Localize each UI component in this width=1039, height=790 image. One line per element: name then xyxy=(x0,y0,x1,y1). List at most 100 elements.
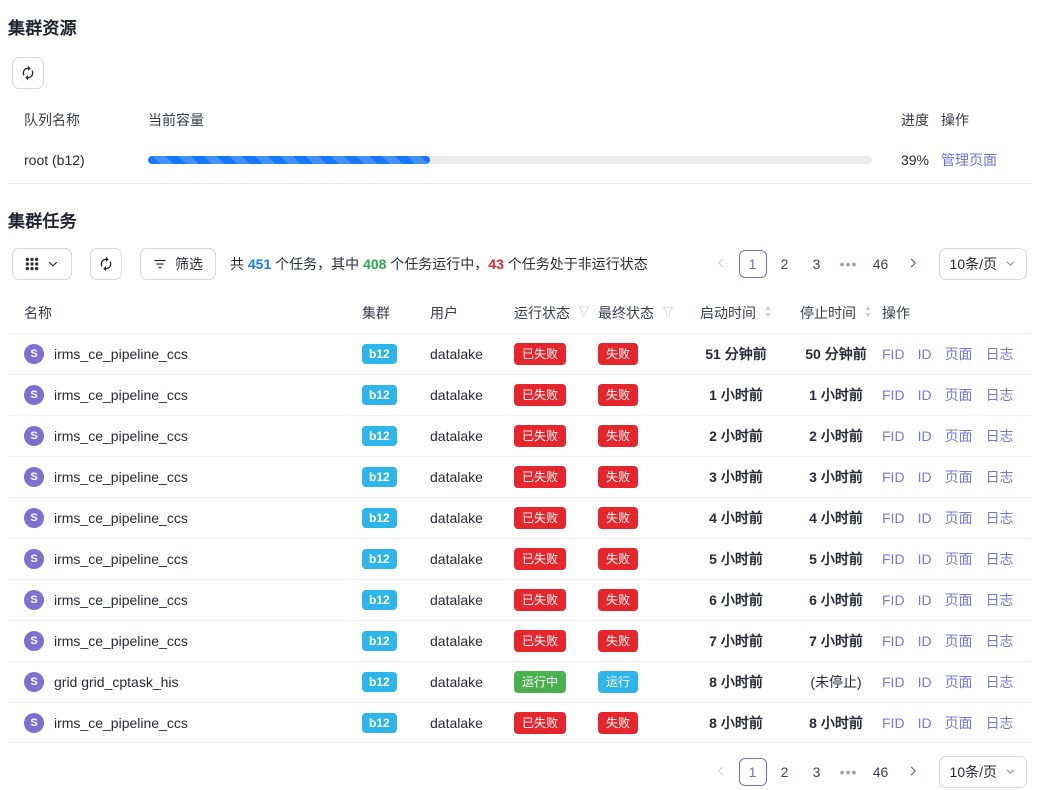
fid-link[interactable]: FID xyxy=(882,592,905,608)
chevron-down-icon xyxy=(1005,764,1016,780)
page-size-select[interactable]: 10条/页 xyxy=(939,756,1027,788)
log-link[interactable]: 日志 xyxy=(986,713,1014,733)
log-link[interactable]: 日志 xyxy=(986,672,1014,692)
page-link[interactable]: 页面 xyxy=(945,713,973,733)
fid-link[interactable]: FID xyxy=(882,510,905,526)
task-user: datalake xyxy=(430,387,514,403)
row-actions: FID ID 页面 日志 xyxy=(882,631,1031,651)
task-name: irms_ce_pipeline_ccs xyxy=(54,551,188,567)
id-link[interactable]: ID xyxy=(918,551,932,567)
run-status-badge: 已失败 xyxy=(514,548,566,570)
fid-link[interactable]: FID xyxy=(882,633,905,649)
next-page-button[interactable] xyxy=(899,250,927,278)
avatar: S xyxy=(24,713,44,733)
sorter-icon[interactable] xyxy=(764,305,772,321)
tasks-summary: 共 451 个任务，其中 408 个任务运行中，43 个任务处于非运行状态 xyxy=(230,254,648,274)
header-run-status[interactable]: 运行状态 xyxy=(514,303,598,323)
page-link[interactable]: 页面 xyxy=(945,590,973,610)
filter-funnel-icon[interactable] xyxy=(662,305,674,321)
fid-link[interactable]: FID xyxy=(882,674,905,690)
log-link[interactable]: 日志 xyxy=(986,467,1014,487)
log-link[interactable]: 日志 xyxy=(986,631,1014,651)
filter-button[interactable]: 筛选 xyxy=(140,248,216,280)
fid-link[interactable]: FID xyxy=(882,715,905,731)
filter-funnel-icon[interactable] xyxy=(578,305,590,321)
page-ellipsis[interactable]: ••• xyxy=(835,758,863,786)
page-link[interactable]: 页面 xyxy=(945,385,973,405)
task-name: irms_ce_pipeline_ccs xyxy=(54,428,188,444)
fid-link[interactable]: FID xyxy=(882,387,905,403)
avatar: S xyxy=(24,467,44,487)
next-page-button[interactable] xyxy=(899,758,927,786)
page-link[interactable]: 页面 xyxy=(945,672,973,692)
page-button-1[interactable]: 1 xyxy=(739,250,767,278)
page-button-3[interactable]: 3 xyxy=(803,758,831,786)
resources-header-progress: 进度 xyxy=(880,110,929,130)
id-link[interactable]: ID xyxy=(918,469,932,485)
log-link[interactable]: 日志 xyxy=(986,590,1014,610)
tasks-refresh-button[interactable] xyxy=(90,248,122,280)
page-button-2[interactable]: 2 xyxy=(771,758,799,786)
header-start-time[interactable]: 启动时间 xyxy=(682,303,790,323)
running-count: 408 xyxy=(363,256,386,272)
page-link[interactable]: 页面 xyxy=(945,344,973,364)
log-link[interactable]: 日志 xyxy=(986,508,1014,528)
id-link[interactable]: ID xyxy=(918,387,932,403)
page-size-value: 10条/页 xyxy=(950,254,997,274)
resources-table: 队列名称 当前容量 进度 操作 root (b12) 39% 管理页面 xyxy=(8,103,1031,184)
id-link[interactable]: ID xyxy=(918,510,932,526)
sorter-icon[interactable] xyxy=(864,305,872,321)
page-size-select[interactable]: 10条/页 xyxy=(939,248,1027,280)
page-button-46[interactable]: 46 xyxy=(867,758,895,786)
id-link[interactable]: ID xyxy=(918,428,932,444)
id-link[interactable]: ID xyxy=(918,674,932,690)
page-button-3[interactable]: 3 xyxy=(803,250,831,278)
resources-refresh-button[interactable] xyxy=(12,57,44,89)
resources-header-capacity: 当前容量 xyxy=(148,110,880,130)
table-row: S grid grid_cptask_his b12 datalake 运行中 … xyxy=(8,661,1031,702)
page-link[interactable]: 页面 xyxy=(945,549,973,569)
stop-time: 8 小时前 xyxy=(790,713,882,733)
log-link[interactable]: 日志 xyxy=(986,549,1014,569)
page-link[interactable]: 页面 xyxy=(945,508,973,528)
chevron-right-icon xyxy=(907,256,919,272)
id-link[interactable]: ID xyxy=(918,633,932,649)
task-name: irms_ce_pipeline_ccs xyxy=(54,387,188,403)
page-link[interactable]: 页面 xyxy=(945,631,973,651)
id-link[interactable]: ID xyxy=(918,715,932,731)
fid-link[interactable]: FID xyxy=(882,346,905,362)
log-link[interactable]: 日志 xyxy=(986,344,1014,364)
log-link[interactable]: 日志 xyxy=(986,426,1014,446)
header-stop-time[interactable]: 停止时间 xyxy=(790,303,882,323)
final-status-badge: 失败 xyxy=(598,548,638,570)
log-link[interactable]: 日志 xyxy=(986,385,1014,405)
page-link[interactable]: 页面 xyxy=(945,467,973,487)
page-button-2[interactable]: 2 xyxy=(771,250,799,278)
cluster-badge: b12 xyxy=(362,549,397,569)
manage-page-link[interactable]: 管理页面 xyxy=(941,152,997,168)
final-status-badge: 失败 xyxy=(598,343,638,365)
table-row: S irms_ce_pipeline_ccs b12 datalake 已失败 … xyxy=(8,702,1031,743)
start-time: 51 分钟前 xyxy=(682,344,790,364)
columns-grid-dropdown-button[interactable] xyxy=(12,248,72,280)
stop-time: 7 小时前 xyxy=(790,631,882,651)
final-status-badge: 失败 xyxy=(598,466,638,488)
table-row: S irms_ce_pipeline_ccs b12 datalake 已失败 … xyxy=(8,456,1031,497)
start-time: 5 小时前 xyxy=(682,549,790,569)
final-status-badge: 失败 xyxy=(598,507,638,529)
id-link[interactable]: ID xyxy=(918,346,932,362)
page-link[interactable]: 页面 xyxy=(945,426,973,446)
cluster-tasks-title: 集群任务 xyxy=(8,207,1031,232)
fid-link[interactable]: FID xyxy=(882,428,905,444)
tasks-toolbar: 筛选 共 451 个任务，其中 408 个任务运行中，43 个任务处于非运行状态… xyxy=(12,248,1027,280)
id-link[interactable]: ID xyxy=(918,592,932,608)
fid-link[interactable]: FID xyxy=(882,469,905,485)
cluster-badge: b12 xyxy=(362,631,397,651)
page-button-1[interactable]: 1 xyxy=(739,758,767,786)
header-final-status[interactable]: 最终状态 xyxy=(598,303,682,323)
page-button-46[interactable]: 46 xyxy=(867,250,895,278)
page-ellipsis[interactable]: ••• xyxy=(835,250,863,278)
cluster-badge: b12 xyxy=(362,467,397,487)
fid-link[interactable]: FID xyxy=(882,551,905,567)
final-status-badge: 失败 xyxy=(598,712,638,734)
